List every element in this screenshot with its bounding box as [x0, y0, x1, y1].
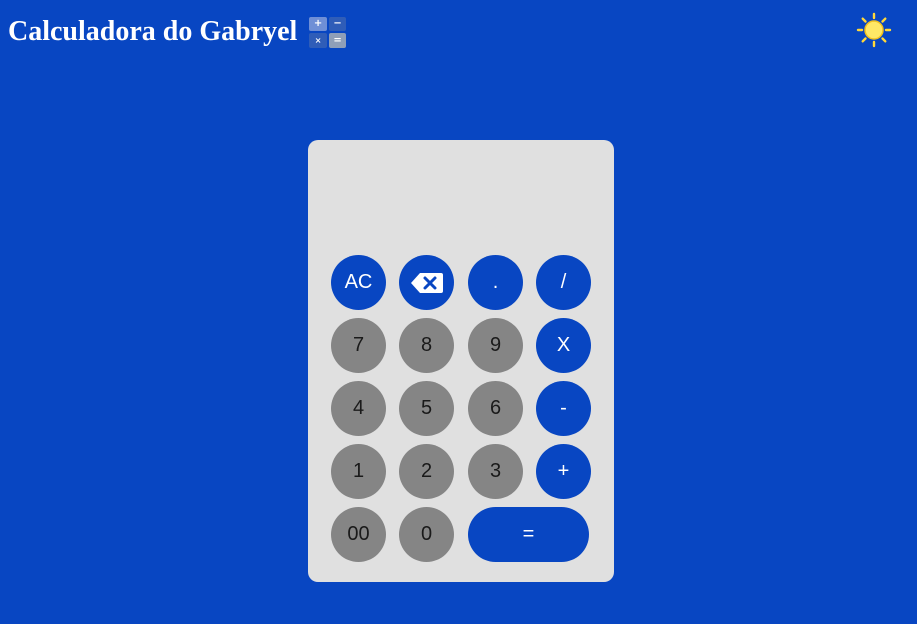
- plus-symbol: +: [309, 16, 327, 31]
- double-zero-button[interactable]: 00: [331, 507, 386, 562]
- digit-5-button[interactable]: 5: [399, 381, 454, 436]
- multiply-button[interactable]: X: [536, 318, 591, 373]
- digit-8-button[interactable]: 8: [399, 318, 454, 373]
- add-button[interactable]: +: [536, 444, 591, 499]
- digit-2-button[interactable]: 2: [399, 444, 454, 499]
- calculator-panel: AC . / 7 8 9 X 4 5 6 - 1 2 3 + 00 0 =: [308, 140, 614, 582]
- backspace-icon: [410, 272, 443, 293]
- calculator-icon: + − × =: [309, 16, 347, 48]
- header: Calculadora do Gabryel + − × =: [8, 14, 347, 50]
- digit-7-button[interactable]: 7: [331, 318, 386, 373]
- times-symbol: ×: [309, 33, 327, 48]
- decimal-button[interactable]: .: [468, 255, 523, 310]
- clear-button[interactable]: AC: [331, 255, 386, 310]
- subtract-button[interactable]: -: [536, 381, 591, 436]
- page-title: Calculadora do Gabryel: [8, 16, 298, 47]
- equals-button[interactable]: =: [468, 507, 589, 562]
- digit-4-button[interactable]: 4: [331, 381, 386, 436]
- backspace-button[interactable]: [399, 255, 454, 310]
- theme-toggle-button[interactable]: [856, 12, 892, 48]
- digit-6-button[interactable]: 6: [468, 381, 523, 436]
- equals-symbol: =: [328, 33, 347, 48]
- minus-symbol: −: [328, 16, 347, 31]
- sun-icon: [856, 12, 892, 48]
- calculator-display: [328, 156, 594, 236]
- digit-0-button[interactable]: 0: [399, 507, 454, 562]
- digit-9-button[interactable]: 9: [468, 318, 523, 373]
- divide-button[interactable]: /: [536, 255, 591, 310]
- digit-3-button[interactable]: 3: [468, 444, 523, 499]
- digit-1-button[interactable]: 1: [331, 444, 386, 499]
